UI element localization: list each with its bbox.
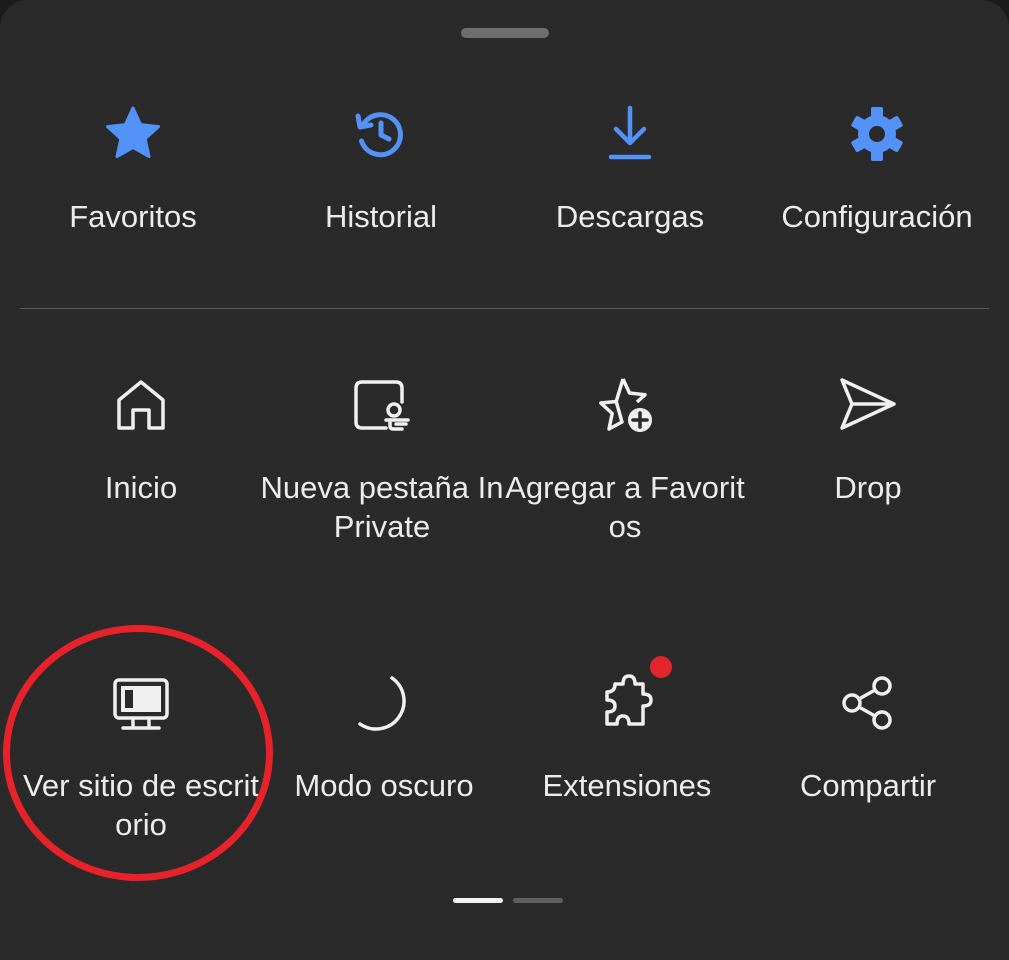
drag-handle[interactable] — [461, 28, 549, 38]
history-button[interactable]: Historial — [256, 100, 506, 280]
settings-button[interactable]: Configuración — [752, 100, 1002, 280]
downloads-button[interactable]: Descargas — [505, 100, 755, 280]
drop-label: Drop — [834, 470, 902, 505]
home-icon — [109, 372, 173, 436]
favorites-label: Favoritos — [69, 199, 197, 234]
desktop-icon — [109, 672, 173, 736]
desktop-site-label: Ver sitio de escritorio — [22, 768, 260, 842]
dark-mode-label: Modo oscuro — [294, 768, 474, 803]
new-inprivate-tab-button[interactable]: Nueva pestaña InPrivate — [257, 370, 507, 580]
dark-mode-button[interactable]: Modo oscuro — [259, 672, 509, 852]
menu-bottom-sheet: Favoritos Historial Descargas Configurac… — [0, 0, 1009, 960]
history-icon — [349, 102, 413, 166]
star-icon — [101, 102, 165, 166]
new-inprivate-tab-label: Nueva pestaña InPrivate — [260, 470, 504, 544]
add-to-favorites-label: Agregar a Favoritos — [505, 470, 745, 544]
inprivate-tab-icon — [350, 372, 414, 436]
drop-button[interactable]: Drop — [743, 370, 993, 570]
share-button[interactable]: Compartir — [743, 672, 993, 852]
gear-icon — [845, 102, 909, 166]
notification-badge — [650, 656, 672, 678]
extensions-button[interactable]: Extensiones — [502, 656, 752, 852]
home-button[interactable]: Inicio — [16, 370, 266, 570]
history-label: Historial — [325, 199, 437, 234]
extensions-label: Extensiones — [542, 768, 712, 803]
section-divider — [20, 308, 989, 309]
share-label: Compartir — [799, 768, 937, 803]
moon-icon — [352, 672, 416, 736]
download-icon — [598, 102, 662, 166]
page-indicator-inactive[interactable] — [513, 898, 563, 903]
favorites-button[interactable]: Favoritos — [8, 100, 258, 280]
home-label: Inicio — [104, 470, 178, 505]
page-indicator-active[interactable] — [453, 898, 503, 903]
puzzle-icon — [595, 672, 659, 736]
downloads-label: Descargas — [555, 199, 705, 234]
send-icon — [836, 372, 900, 436]
share-icon — [836, 672, 900, 736]
star-add-icon — [593, 372, 657, 436]
add-to-favorites-button[interactable]: Agregar a Favoritos — [500, 370, 750, 570]
desktop-site-button[interactable]: Ver sitio de escritorio — [16, 672, 266, 852]
settings-label: Configuración — [781, 199, 973, 234]
